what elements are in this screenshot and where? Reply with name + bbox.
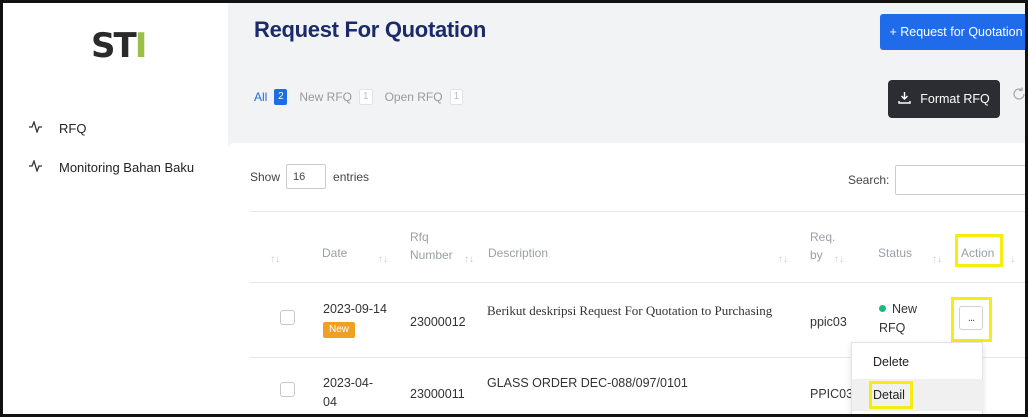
highlight-box-action-header [955,234,1003,267]
sidebar-item-monitoring-bahan-baku[interactable]: Monitoring Bahan Baku [29,159,195,175]
action-dropdown-menu: Delete Detail [851,342,984,414]
format-rfq-button[interactable]: Format RFQ [888,80,1000,118]
count-badge: 1 [359,89,373,105]
req-by-cell: PPIC03 [810,387,854,401]
highlight-box-detail [869,381,913,409]
filter-tabs: All 2 New RFQ 1 Open RFQ 1 [254,89,475,105]
activity-icon [29,120,43,136]
sort-icon[interactable]: ↑↓ [378,254,388,265]
sort-icon[interactable]: ↑↓ [932,254,942,265]
entries-select[interactable]: 16 [286,164,327,189]
count-badge: 2 [274,89,288,105]
logo: STI [91,26,147,66]
date-cell: 2023-04- 04 [323,376,374,409]
highlight-box-action-button [951,297,992,342]
sidebar-item-rfq[interactable]: RFQ [29,120,87,136]
sidebar-item-label: RFQ [59,121,87,136]
sidebar-item-label: Monitoring Bahan Baku [59,160,195,175]
new-tag: New [323,322,356,338]
column-header-req-by[interactable]: Req. by [810,230,835,263]
column-header-description[interactable]: Description [488,246,548,261]
description-cell: GLASS ORDER DEC-088/097/0101 [487,376,688,390]
status-dot-icon [879,305,886,312]
activity-icon [29,159,43,175]
column-header-status[interactable]: Status [878,246,912,261]
sort-icon[interactable]: ↓ [1010,254,1015,265]
divider [250,282,1025,283]
sort-icon[interactable]: ↑↓ [464,254,474,265]
req-by-cell: ppic03 [810,315,847,329]
menu-item-delete[interactable]: Delete [852,346,984,378]
row-checkbox[interactable] [280,382,295,397]
sidebar: STI RFQ Monitoring Bahan Baku [3,3,228,414]
entries-control: Show 16 entries [250,164,369,189]
description-cell: Berikut deskripsi Request For Quotation … [487,303,773,318]
download-icon [898,91,911,107]
search-input[interactable] [895,165,1025,195]
sort-icon[interactable]: ↑↓ [778,254,788,265]
tab-all[interactable]: All 2 [254,89,288,105]
divider [250,211,1025,212]
column-header-date[interactable]: Date [322,246,347,261]
sort-icon[interactable]: ↑↓ [270,254,280,265]
count-badge: 1 [449,89,464,105]
date-cell: 2023-09-14 New [323,300,387,338]
row-checkbox[interactable] [280,310,295,325]
search-control: Search: [848,165,1025,195]
column-header-rfq-number[interactable]: Rfq Number [410,230,453,263]
page-title: Request For Quotation [254,17,487,42]
tab-open-rfq[interactable]: Open RFQ 1 [385,89,464,105]
add-rfq-button[interactable]: + Request for Quotation [880,14,1025,50]
app-window: STI RFQ Monitoring Bahan Baku Request Fo… [0,0,1028,417]
rfq-number-cell: 23000011 [410,387,465,401]
rfq-number-cell: 23000012 [410,315,466,329]
refresh-icon[interactable] [1012,87,1025,105]
tab-new-rfq[interactable]: New RFQ 1 [299,89,373,105]
status-cell: New RFQ [879,302,918,335]
sort-icon[interactable]: ↑↓ [834,254,844,265]
